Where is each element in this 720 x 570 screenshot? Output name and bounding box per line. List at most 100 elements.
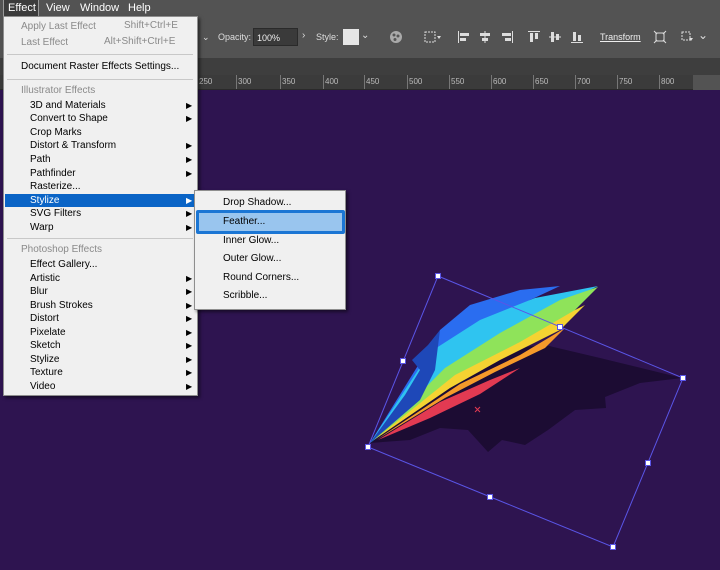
ruler-label: 550 bbox=[451, 77, 465, 86]
menu-item-stylize[interactable]: Stylize bbox=[30, 194, 59, 207]
menu-item-brush-strokes[interactable]: Brush Strokes bbox=[30, 299, 93, 312]
align-right-icon[interactable] bbox=[500, 30, 514, 44]
opacity-input[interactable]: 100% bbox=[253, 28, 298, 46]
align-center-icon[interactable] bbox=[478, 30, 492, 44]
menu-item-artistic[interactable]: Artistic bbox=[30, 272, 60, 285]
ruler-tick bbox=[323, 75, 324, 89]
menu-item-doc-raster-settings[interactable]: Document Raster Effects Settings... bbox=[21, 60, 179, 73]
chevron-right-icon: ▶ bbox=[186, 169, 193, 178]
menu-divider bbox=[7, 54, 193, 55]
transform-link[interactable]: Transform bbox=[600, 32, 641, 42]
menu-item-feather[interactable]: Feather... bbox=[223, 215, 265, 228]
menu-item-outer-glow[interactable]: Outer Glow... bbox=[223, 252, 281, 265]
chevron-right-icon: ▶ bbox=[186, 223, 193, 232]
menu-item-path[interactable]: Path bbox=[30, 153, 51, 166]
menu-help[interactable]: Help bbox=[128, 0, 151, 16]
ruler-label: 450 bbox=[366, 77, 380, 86]
chevron-down-icon[interactable]: ⌄ bbox=[199, 28, 211, 46]
menu-item-pixelate[interactable]: Pixelate bbox=[30, 326, 66, 339]
recolor-icon[interactable] bbox=[389, 30, 403, 44]
ruler-label: 600 bbox=[493, 77, 507, 86]
menu-item-distort-transform[interactable]: Distort & Transform bbox=[30, 139, 116, 152]
chevron-right-icon: ▶ bbox=[186, 341, 193, 350]
isolate-icon[interactable] bbox=[680, 30, 694, 44]
ruler-tick bbox=[491, 75, 492, 89]
menu-item-svg-filters[interactable]: SVG Filters bbox=[30, 207, 81, 220]
chevron-right-icon: ▶ bbox=[186, 287, 193, 296]
menu-item-stylize-photoshop[interactable]: Stylize bbox=[30, 353, 59, 366]
menu-item-drop-shadow[interactable]: Drop Shadow... bbox=[223, 196, 291, 209]
chevron-right-icon: ▶ bbox=[186, 301, 193, 310]
menu-item-inner-glow[interactable]: Inner Glow... bbox=[223, 234, 279, 247]
style-label: Style: bbox=[316, 32, 339, 42]
ruler-label: 800 bbox=[661, 77, 675, 86]
menu-divider bbox=[7, 79, 193, 80]
resize-handle[interactable] bbox=[610, 544, 616, 550]
menu-item-blur[interactable]: Blur bbox=[30, 285, 48, 298]
resize-handle[interactable] bbox=[435, 273, 441, 279]
align-top-icon[interactable] bbox=[527, 30, 541, 44]
chevron-right-icon: ▶ bbox=[186, 141, 193, 150]
resize-handle[interactable] bbox=[400, 358, 406, 364]
menu-item-pathfinder[interactable]: Pathfinder bbox=[30, 167, 76, 180]
resize-handle[interactable] bbox=[557, 324, 563, 330]
style-swatch[interactable] bbox=[343, 29, 359, 45]
menu-item-apply-last-effect: Apply Last Effect bbox=[21, 21, 96, 32]
menu-item-convert-to-shape[interactable]: Convert to Shape bbox=[30, 112, 108, 125]
ruler-tick bbox=[236, 75, 237, 89]
menu-window[interactable]: Window bbox=[80, 0, 119, 16]
menu-effect[interactable]: Effect bbox=[3, 0, 39, 17]
menu-item-scribble[interactable]: Scribble... bbox=[223, 289, 267, 302]
ruler-label: 350 bbox=[282, 77, 296, 86]
chevron-down-icon[interactable]: ⌄ bbox=[698, 28, 708, 42]
menu-item-warp[interactable]: Warp bbox=[30, 221, 54, 234]
resize-handle[interactable] bbox=[680, 375, 686, 381]
menu-item-3d-materials[interactable]: 3D and Materials bbox=[30, 99, 106, 112]
chevron-right-icon: ▶ bbox=[186, 328, 193, 337]
menu-item-video[interactable]: Video bbox=[30, 380, 55, 393]
align-to-icon[interactable] bbox=[423, 30, 443, 44]
ruler-label: 500 bbox=[409, 77, 423, 86]
ruler-tick bbox=[659, 75, 660, 89]
align-left-icon[interactable] bbox=[457, 30, 471, 44]
resize-handle[interactable] bbox=[487, 494, 493, 500]
menu-item-sketch[interactable]: Sketch bbox=[30, 339, 61, 352]
menu-item-rasterize[interactable]: Rasterize... bbox=[30, 180, 81, 193]
menu-view[interactable]: View bbox=[46, 0, 70, 16]
transform-icon[interactable] bbox=[653, 30, 667, 44]
menu-item-round-corners[interactable]: Round Corners... bbox=[223, 271, 299, 284]
align-middle-icon[interactable] bbox=[548, 30, 562, 44]
effect-menu: Apply Last Effect Shift+Ctrl+E Last Effe… bbox=[3, 16, 198, 396]
ruler-label: 300 bbox=[238, 77, 252, 86]
shortcut-last-effect: Alt+Shift+Ctrl+E bbox=[104, 36, 176, 47]
section-header-illustrator: Illustrator Effects bbox=[21, 85, 96, 96]
chevron-right-icon: ▶ bbox=[186, 209, 193, 218]
menu-divider bbox=[7, 238, 193, 239]
ruler-label: 400 bbox=[325, 77, 339, 86]
menu-item-distort[interactable]: Distort bbox=[30, 312, 59, 325]
shortcut-apply-last: Shift+Ctrl+E bbox=[124, 20, 178, 31]
menu-item-effect-gallery[interactable]: Effect Gallery... bbox=[30, 258, 97, 271]
opacity-label: Opacity: bbox=[218, 32, 252, 42]
menu-item-crop-marks[interactable]: Crop Marks bbox=[30, 126, 82, 139]
stylize-submenu: Drop Shadow... Feather... Inner Glow... … bbox=[194, 190, 346, 310]
chevron-right-icon[interactable]: › bbox=[302, 30, 305, 41]
resize-handle[interactable] bbox=[365, 444, 371, 450]
section-header-photoshop: Photoshop Effects bbox=[21, 244, 102, 255]
chevron-right-icon: ▶ bbox=[186, 314, 193, 323]
menu-bar: Effect View Window Help bbox=[0, 0, 720, 17]
chevron-right-icon: ▶ bbox=[186, 382, 193, 391]
ruler-tick bbox=[449, 75, 450, 89]
menu-item-texture[interactable]: Texture bbox=[30, 366, 63, 379]
menu-item-last-effect: Last Effect bbox=[21, 37, 69, 48]
ruler-label: 700 bbox=[577, 77, 591, 86]
chevron-right-icon: ▶ bbox=[186, 155, 193, 164]
ruler-tick bbox=[575, 75, 576, 89]
chevron-down-icon[interactable]: ⌄ bbox=[361, 30, 373, 44]
ruler-label: 650 bbox=[535, 77, 549, 86]
resize-handle[interactable] bbox=[645, 460, 651, 466]
ruler-tick bbox=[533, 75, 534, 89]
chevron-right-icon: ▶ bbox=[186, 101, 193, 110]
menu-highlight bbox=[196, 210, 345, 234]
align-bottom-icon[interactable] bbox=[570, 30, 584, 44]
